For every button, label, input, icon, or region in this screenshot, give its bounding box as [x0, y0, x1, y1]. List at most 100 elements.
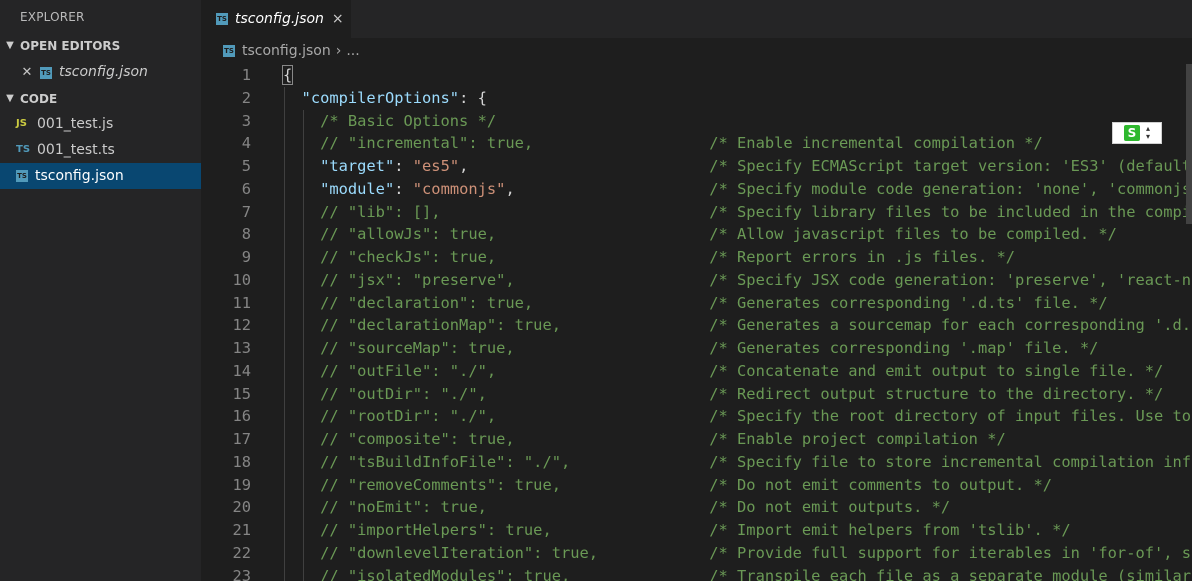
code-text: // "outFile": "./", /* Concatenate and e… [283, 360, 1163, 383]
code-line[interactable]: 23 // "isolatedModules": true, /* Transp… [201, 565, 1192, 581]
code-line[interactable]: 1{ [201, 64, 1192, 87]
extension-widget[interactable]: S ▴ ▾ [1112, 122, 1162, 144]
code-token: "es5" [412, 157, 460, 175]
code-line[interactable]: 9 // "checkJs": true, /* Report errors i… [201, 246, 1192, 269]
javascript-file-icon: JS [16, 118, 27, 129]
code-line[interactable]: 14 // "outFile": "./", /* Concatenate an… [201, 360, 1192, 383]
explorer-sidebar: EXPLORER ▼ OPEN EDITORS ✕ TS tsconfig.js… [0, 0, 201, 581]
code-line[interactable]: 20 // "noEmit": true, /* Do not emit out… [201, 496, 1192, 519]
code-line[interactable]: 2 "compilerOptions": { [201, 87, 1192, 110]
code-line[interactable]: 17 // "composite": true, /* Enable proje… [201, 428, 1192, 451]
code-text: // "lib": [], /* Specify library files t… [283, 201, 1192, 224]
line-number: 4 [241, 134, 251, 153]
line-number: 6 [241, 179, 251, 198]
code-line[interactable]: 15 // "outDir": "./", /* Redirect output… [201, 383, 1192, 406]
code-token: /* Basic Options */ [283, 111, 497, 130]
line-number: 8 [241, 225, 251, 244]
code-token: "compilerOptions" [301, 88, 460, 107]
ts-icon: TS [40, 66, 52, 79]
code-editor[interactable]: 1{2 "compilerOptions": {3 /* Basic Optio… [201, 64, 1192, 581]
code-token: "target" [320, 157, 395, 175]
code-line[interactable]: 12 // "declarationMap": true, /* Generat… [201, 314, 1192, 337]
file-item-001-test-ts[interactable]: TS 001_test.ts [0, 137, 201, 163]
code-token: // "sourceMap": true, /* Generates corre… [283, 339, 1099, 357]
vertical-scrollbar[interactable] [1186, 64, 1192, 224]
code-line[interactable]: 19 // "removeComments": true, /* Do not … [201, 474, 1192, 497]
code-text: // "importHelpers": true, /* Import emit… [283, 519, 1071, 542]
code-text: // "declaration": true, /* Generates cor… [283, 292, 1108, 315]
file-item-label: 001_test.js [37, 116, 114, 132]
line-number: 2 [241, 88, 251, 107]
file-item-001-test-js[interactable]: JS 001_test.js [0, 111, 201, 137]
code-token: // "removeComments": true, /* Do not emi… [283, 475, 1053, 494]
line-number: 23 [232, 566, 251, 581]
code-line[interactable]: 7 // "lib": [], /* Specify library files… [201, 201, 1192, 224]
code-line[interactable]: 22 // "downlevelIteration": true, /* Pro… [201, 542, 1192, 565]
code-token: // "jsx": "preserve", /* Specify JSX cod… [283, 270, 1192, 289]
code-text: // "downlevelIteration": true, /* Provid… [283, 542, 1191, 565]
breadcrumb-file[interactable]: tsconfig.json [242, 43, 331, 59]
line-number: 7 [241, 202, 251, 221]
chevron-down-icon: ▼ [6, 40, 14, 51]
code-text: // "allowJs": true, /* Allow javascript … [283, 223, 1117, 246]
line-number: 9 [241, 248, 251, 266]
code-token: // "checkJs": true, /* Report errors in … [283, 248, 1016, 266]
code-line[interactable]: 18 // "tsBuildInfoFile": "./", /* Specif… [201, 451, 1192, 474]
line-number: 5 [241, 157, 251, 175]
code-line[interactable]: 6 "module": "commonjs", /* Specify modul… [201, 178, 1192, 201]
code-token: : [394, 179, 413, 198]
tab-tsconfig[interactable]: TS tsconfig.json × [201, 0, 351, 38]
close-icon[interactable]: ✕ [20, 58, 34, 87]
code-folder-header[interactable]: ▼ CODE [0, 87, 201, 111]
code-text: /* Basic Options */ [283, 110, 496, 133]
code-folder-label: CODE [20, 92, 58, 106]
code-token: /* Specify module code generation: 'none… [709, 179, 1192, 198]
code-text: // "declarationMap": true, /* Generates … [283, 314, 1191, 337]
code-token: : { [459, 88, 487, 107]
code-line[interactable]: 8 // "allowJs": true, /* Allow javascrip… [201, 223, 1192, 246]
s-badge-icon: S [1124, 125, 1140, 141]
code-token: // "noEmit": true, /* Do not emit output… [283, 498, 951, 517]
code-token: // "importHelpers": true, /* Import emit… [283, 521, 1071, 539]
code-token: // "downlevelIteration": true, /* Provid… [283, 543, 1192, 562]
code-line[interactable]: 21 // "importHelpers": true, /* Import e… [201, 519, 1192, 542]
code-text: // "sourceMap": true, /* Generates corre… [283, 337, 1098, 360]
code-line[interactable]: 3 /* Basic Options */ [201, 110, 1192, 133]
ts-icon: TS [16, 170, 28, 182]
code-line[interactable]: 10 // "jsx": "preserve", /* Specify JSX … [201, 269, 1192, 292]
code-text: "module": "commonjs", /* Specify module … [283, 178, 1192, 201]
typescript-file-icon: TS [16, 144, 31, 155]
code-token: // "outDir": "./", /* Redirect output st… [283, 384, 1164, 403]
line-number: 14 [232, 361, 251, 380]
file-item-tsconfig-json[interactable]: TS tsconfig.json [0, 163, 201, 189]
code-token: // "isolatedModules": true, /* Transpile… [283, 566, 1192, 581]
breadcrumb-more[interactable]: ... [346, 43, 359, 59]
code-token: // "composite": true, /* Enable project … [283, 430, 1006, 448]
code-line[interactable]: 4 // "incremental": true, /* Enable incr… [201, 132, 1192, 155]
line-number: 12 [232, 316, 251, 335]
line-number: 11 [232, 293, 251, 312]
line-number: 17 [232, 430, 251, 448]
code-token: : [394, 157, 413, 175]
code-token: // "lib": [], /* Specify library files t… [283, 202, 1192, 221]
close-icon[interactable]: × [332, 11, 344, 27]
code-text: // "jsx": "preserve", /* Specify JSX cod… [283, 269, 1191, 292]
open-editor-item-tsconfig[interactable]: ✕ TS tsconfig.json [0, 58, 201, 87]
code-line[interactable]: 11 // "declaration": true, /* Generates … [201, 292, 1192, 315]
code-line[interactable]: 5 "target": "es5", /* Specify ECMAScript… [201, 155, 1192, 178]
open-editors-section-header[interactable]: ▼ OPEN EDITORS [0, 34, 201, 58]
code-token: // "tsBuildInfoFile": "./", /* Specify f… [283, 452, 1192, 471]
code-text: // "isolatedModules": true, /* Transpile… [283, 565, 1191, 581]
code-token: , [459, 157, 710, 175]
line-number: 22 [232, 543, 251, 562]
open-editor-item-label: tsconfig.json [59, 64, 148, 80]
line-number: 10 [232, 270, 251, 289]
line-number: 15 [232, 384, 251, 403]
code-line[interactable]: 13 // "sourceMap": true, /* Generates co… [201, 337, 1192, 360]
ts-icon: TS [216, 13, 228, 25]
code-text: // "composite": true, /* Enable project … [283, 428, 1006, 451]
code-line[interactable]: 16 // "rootDir": "./", /* Specify the ro… [201, 405, 1192, 428]
line-number: 13 [232, 339, 251, 357]
